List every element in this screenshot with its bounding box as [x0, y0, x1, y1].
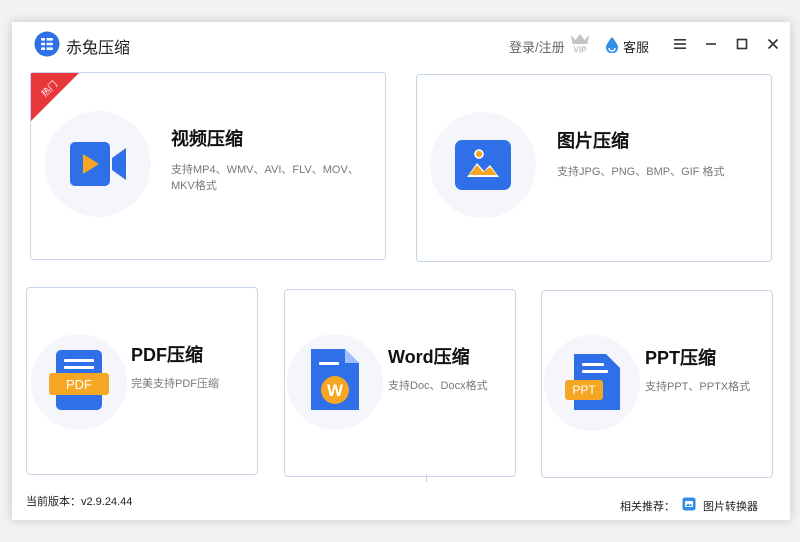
image-compress-card[interactable]: 图片压缩 支持JPG、PNG、BMP、GIF 格式: [416, 74, 772, 262]
vip-crown-icon[interactable]: VIP: [568, 32, 592, 55]
close-icon[interactable]: [763, 34, 783, 54]
word-card-desc: 支持Doc、Docx格式: [388, 380, 488, 392]
word-compress-card[interactable]: W Word压缩 支持Doc、Docx格式: [284, 289, 516, 477]
app-logo-icon: [34, 31, 60, 57]
customer-service-icon[interactable]: [605, 37, 619, 54]
ppt-card-desc: 支持PPT、PPTX格式: [645, 381, 751, 393]
customer-service-label[interactable]: 客服: [623, 37, 649, 56]
app-title: 赤兔压缩: [66, 40, 131, 57]
video-camera-icon: [68, 140, 128, 188]
version-label: 当前版本：v2.9.24.44: [26, 496, 133, 508]
image-icon: [454, 139, 512, 191]
image-converter-icon[interactable]: [682, 497, 696, 511]
app-window: 赤兔压缩 登录/注册 VIP 客服 热门 视频压缩 支持MP4、WMV、AVI、…: [12, 22, 790, 520]
pdf-file-icon: PDF: [48, 349, 110, 411]
minimize-icon[interactable]: [701, 34, 721, 54]
hot-badge: 热门: [31, 73, 79, 121]
ppt-icon-text: PPT: [572, 383, 596, 397]
video-card-title: 视频压缩: [171, 129, 243, 149]
ppt-file-icon: PPT: [564, 353, 622, 411]
video-card-desc: 支持MP4、WMV、AVI、FLV、MOV、MKV格式: [171, 164, 359, 192]
image-card-title: 图片压缩: [557, 131, 629, 151]
recommend-label: 相关推荐：: [620, 501, 675, 513]
word-file-icon: W: [309, 348, 361, 412]
pdf-card-desc: 完美支持PDF压缩: [131, 378, 219, 390]
menu-icon[interactable]: [670, 34, 690, 54]
image-card-desc: 支持JPG、PNG、BMP、GIF 格式: [557, 166, 725, 178]
word-card-title: Word压缩: [388, 347, 470, 367]
pdf-card-title: PDF压缩: [131, 345, 203, 365]
divider: [426, 474, 427, 482]
video-compress-card[interactable]: 热门 视频压缩 支持MP4、WMV、AVI、FLV、MOV、MKV格式: [30, 72, 386, 260]
vip-label: VIP: [574, 46, 588, 55]
ppt-compress-card[interactable]: PPT PPT压缩 支持PPT、PPTX格式: [541, 290, 773, 478]
login-register-link[interactable]: 登录/注册: [509, 37, 565, 56]
image-converter-link[interactable]: 图片转换器: [703, 498, 758, 514]
word-icon-text: W: [327, 381, 344, 400]
ppt-card-title: PPT压缩: [645, 348, 717, 368]
maximize-icon[interactable]: [732, 34, 752, 54]
title-bar: 赤兔压缩 登录/注册 VIP 客服: [12, 22, 790, 66]
pdf-compress-card[interactable]: PDF PDF压缩 完美支持PDF压缩: [26, 287, 258, 475]
pdf-icon-text: PDF: [66, 377, 92, 392]
